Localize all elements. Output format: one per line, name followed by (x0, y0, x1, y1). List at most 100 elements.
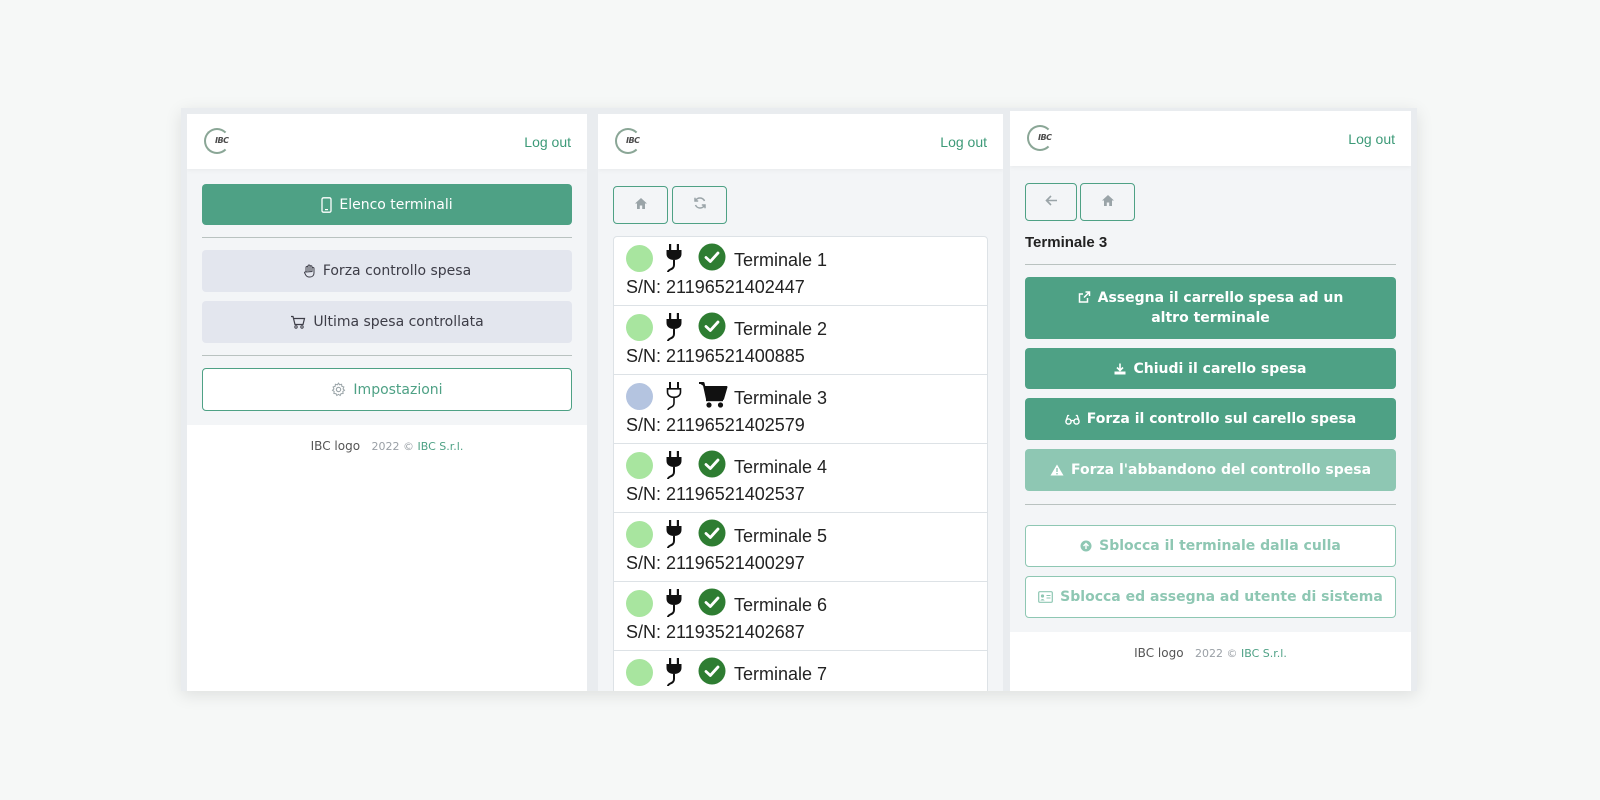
toolbar (598, 169, 1003, 236)
plug-connected-icon (664, 519, 684, 553)
close-cart-button[interactable]: Chiudi il carello spesa (1025, 348, 1396, 389)
ibc-logo-icon[interactable]: IBC (204, 128, 230, 154)
header: IBC Log out (598, 114, 1003, 169)
ibc-logo-icon[interactable]: IBC (615, 128, 641, 154)
header: IBC Log out (187, 114, 587, 169)
download-icon (1114, 363, 1126, 375)
refresh-button[interactable] (672, 186, 727, 224)
settings-button[interactable]: Impostazioni (202, 368, 572, 411)
connection-status-dot (626, 452, 653, 479)
force-abandon-button[interactable]: Forza l'abbandono del controllo spesa (1025, 449, 1396, 491)
plug-connected-icon (664, 243, 684, 277)
terminal-detail-panel: IBC Log out Terminale 3 Assegna il carre… (1010, 111, 1411, 691)
logo-text: IBC (1038, 133, 1052, 142)
terminal-serial: S/N: 21196521400297 (626, 553, 805, 573)
terminal-row[interactable]: Terminale 6 S/N: 21193521402687 (614, 582, 987, 651)
plug-connected-icon (664, 588, 684, 622)
divider (202, 237, 572, 238)
home-button[interactable] (613, 186, 668, 224)
cart-icon (290, 315, 306, 329)
force-control-button[interactable]: Forza il controllo sul carello spesa (1025, 398, 1396, 440)
force-check-label: Forza controllo spesa (322, 263, 472, 279)
terminal-name: Terminale 6 (734, 595, 828, 615)
force-check-button[interactable]: Forza controllo spesa (202, 250, 572, 292)
hand-icon (303, 264, 316, 278)
terminals-panel: IBC Log out Terminale 1 S/N: 211965214024… (598, 114, 1003, 691)
home-menu: Elenco terminali Forza controllo spesa U… (187, 169, 587, 425)
logo-text: IBC (215, 136, 229, 145)
terminal-serial: S/N: 21196521402537 (626, 484, 805, 504)
detail-body: Terminale 3 Assegna il carrello spesa ad… (1010, 166, 1411, 618)
logout-link[interactable]: Log out (524, 134, 571, 150)
footer-logo-image: IBC logo (1134, 646, 1184, 660)
terminal-serial: S/N: 21196521402447 (626, 277, 805, 297)
share-icon (1078, 291, 1091, 303)
unlock-cradle-label: Sblocca il terminale dalla culla (1099, 538, 1341, 554)
cart-icon (698, 381, 728, 413)
home-panel: IBC Log out Elenco terminali Forza contr… (187, 114, 587, 691)
force-abandon-label: Forza l'abbandono del controllo spesa (1070, 462, 1372, 478)
logout-link[interactable]: Log out (1348, 131, 1395, 147)
force-control-label: Forza il controllo sul carello spesa (1086, 411, 1357, 427)
assign-cart-label: Assegna il carrello spesa ad un altro te… (1097, 290, 1344, 326)
terminal-row[interactable]: Terminale 4 S/N: 21196521402537 (614, 444, 987, 513)
footer-year: 2022 © (371, 440, 415, 453)
terminals-list-button[interactable]: Elenco terminali (202, 184, 572, 225)
footer-year: 2022 © (1195, 647, 1238, 660)
terminal-list: Terminale 1 S/N: 21196521402447 Terminale … (613, 236, 988, 691)
connection-status-dot (626, 590, 653, 617)
plug-disconnected-icon (664, 381, 684, 415)
connection-status-dot (626, 383, 653, 410)
id-card-icon (1038, 591, 1054, 603)
terminal-name: Terminale 5 (734, 526, 828, 546)
terminal-name: Terminale 1 (734, 250, 828, 270)
home-button[interactable] (1080, 183, 1135, 221)
page-title: Terminale 3 (1025, 234, 1108, 251)
logo-text: IBC (626, 136, 640, 145)
terminal-name: Terminale 2 (734, 319, 828, 339)
terminal-row[interactable]: Terminale 5 S/N: 21196521400297 (614, 513, 987, 582)
gear-icon (331, 382, 346, 397)
connection-status-dot (626, 659, 653, 686)
screenshot-frame: IBC Log out Elenco terminali Forza contr… (181, 108, 1417, 691)
assign-cart-text: Assegna il carrello spesa ad un altro te… (1065, 288, 1356, 328)
warning-icon (1050, 464, 1064, 476)
settings-label: Impostazioni (353, 381, 443, 398)
footer: IBC logo 2022 © IBC S.r.l. (1010, 632, 1411, 691)
header: IBC Log out (1010, 111, 1411, 166)
logout-link[interactable]: Log out (940, 134, 987, 150)
last-check-label: Ultima spesa controllata (313, 314, 484, 330)
check-circle-icon (698, 519, 726, 551)
footer-company-link[interactable]: IBC S.r.l. (1241, 647, 1287, 660)
divider (1025, 504, 1396, 505)
ibc-logo-icon[interactable]: IBC (1027, 125, 1053, 151)
check-circle-icon (698, 450, 726, 482)
terminal-row[interactable]: Terminale 7 (614, 651, 987, 691)
plug-connected-icon (664, 657, 684, 691)
assign-cart-button[interactable]: Assegna il carrello spesa ad un altro te… (1025, 277, 1396, 339)
terminal-row[interactable]: Terminale 1 S/N: 21196521402447 (614, 237, 987, 306)
footer-company-link[interactable]: IBC S.r.l. (418, 440, 464, 453)
unlock-assign-button[interactable]: Sblocca ed assegna ad utente di sistema (1025, 576, 1396, 618)
footer-logo-image: IBC logo (310, 439, 361, 453)
check-circle-icon (698, 243, 726, 275)
arrow-left-icon (1044, 194, 1058, 210)
connection-status-dot (626, 314, 653, 341)
home-icon (1101, 194, 1115, 211)
check-circle-icon (698, 588, 726, 620)
terminal-row[interactable]: Terminale 3 S/N: 21196521402579 (614, 375, 987, 444)
arrow-circle-up-icon (1080, 540, 1092, 552)
terminal-row[interactable]: Terminale 2 S/N: 21196521400885 (614, 306, 987, 375)
terminal-name: Terminale 4 (734, 457, 828, 477)
close-cart-label: Chiudi il carello spesa (1133, 360, 1307, 377)
glasses-icon (1064, 414, 1080, 425)
last-check-button[interactable]: Ultima spesa controllata (202, 301, 572, 343)
mobile-icon (321, 196, 332, 213)
back-button[interactable] (1025, 183, 1077, 221)
terminals-list-label: Elenco terminali (339, 196, 453, 213)
footer: IBC logo 2022 © IBC S.r.l. (187, 425, 587, 467)
unlock-cradle-button[interactable]: Sblocca il terminale dalla culla (1025, 525, 1396, 567)
check-circle-icon (698, 657, 726, 689)
terminal-serial: S/N: 21196521400885 (626, 346, 805, 366)
plug-connected-icon (664, 312, 684, 346)
